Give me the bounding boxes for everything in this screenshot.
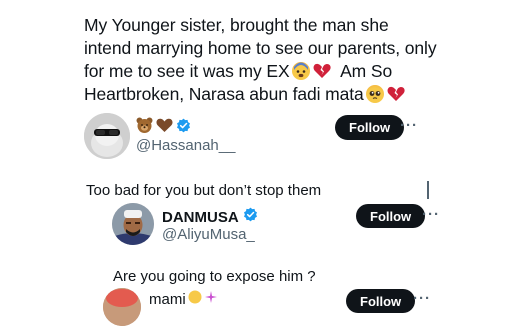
author-badges [136, 117, 191, 138]
bear-emoji-icon [136, 117, 153, 138]
reply-1-name[interactable]: DANMUSA [162, 209, 239, 226]
post-line-1: My Younger sister, brought the man she [84, 15, 389, 35]
post-line-3-end: Am So [340, 61, 393, 81]
author-avatar[interactable] [84, 113, 130, 159]
follow-button-reply-1[interactable]: Follow [356, 204, 426, 228]
follow-button-reply-2[interactable]: Follow [346, 289, 416, 313]
brown-heart-emoji-icon [156, 118, 173, 138]
reply-1-handle[interactable]: @AliyuMusa_ [162, 226, 255, 243]
more-options-icon[interactable]: ··· [400, 117, 418, 134]
broken-heart-emoji-icon [313, 63, 331, 79]
post-line-3: for me to see it was my EX Am So [84, 60, 504, 83]
pleading-face-emoji-icon [365, 85, 384, 103]
more-options-icon[interactable]: ··· [413, 290, 431, 307]
fearful-face-emoji-icon [291, 62, 310, 80]
more-options-icon[interactable]: ··· [422, 206, 440, 223]
follow-button-author[interactable]: Follow [335, 115, 405, 140]
post-line-4-text: Heartbroken, Narasa abun fadi mata [84, 84, 364, 104]
author-handle[interactable]: @Hassanah__ [136, 137, 235, 154]
reply-1-name-row: DANMUSA [162, 207, 258, 227]
post-line-2: intend marrying home to see our parents,… [84, 38, 437, 58]
post-line-4: Heartbroken, Narasa abun fadi mata [84, 83, 504, 106]
text-cursor [427, 181, 429, 199]
post-line-3-text: for me to see it was my EX [84, 61, 290, 81]
broken-heart-emoji-icon [387, 86, 405, 102]
post-text: My Younger sister, brought the man she i… [84, 14, 504, 106]
reply-1-avatar[interactable] [112, 203, 154, 245]
reply-2-text: Are you going to expose him ? [113, 268, 316, 285]
verified-badge-icon [243, 207, 258, 227]
verified-badge-icon [176, 118, 191, 138]
reply-2-avatar[interactable] [103, 288, 141, 326]
reply-1-text: Too bad for you but don’t stop them [86, 182, 322, 199]
